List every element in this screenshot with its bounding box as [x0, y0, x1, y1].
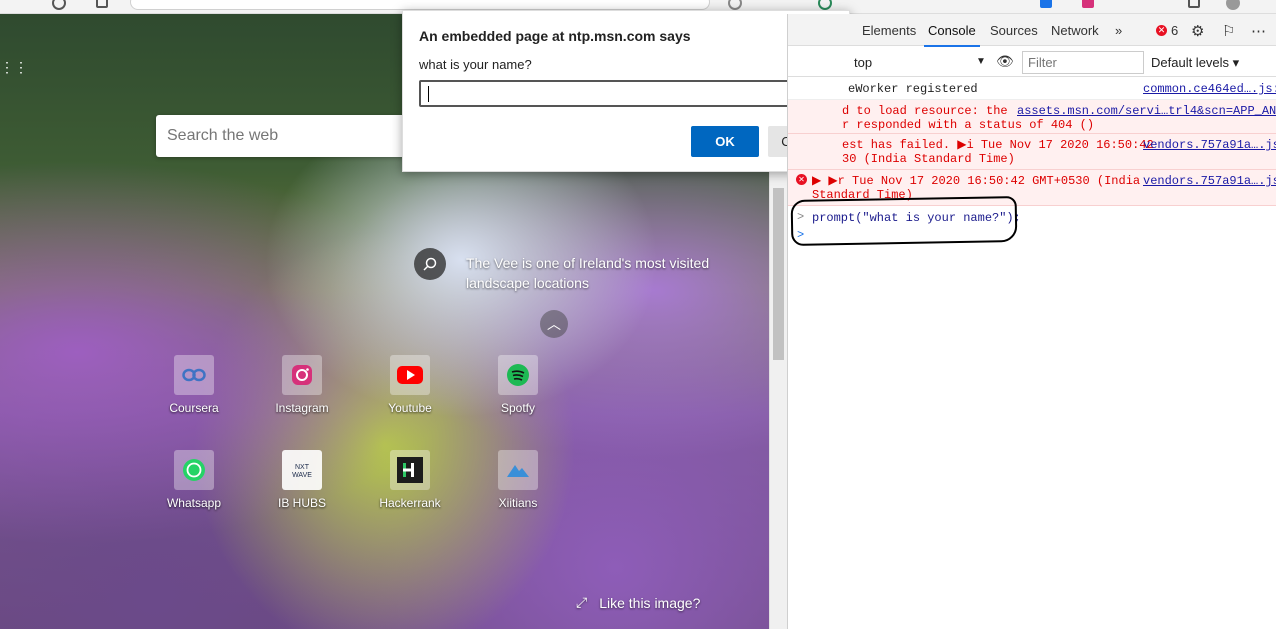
profile-avatar-icon[interactable] [1226, 0, 1240, 10]
more-options-icon[interactable]: ⋯ [1251, 22, 1266, 40]
quick-link-label: Instagram [275, 401, 329, 415]
quick-link-label: Coursera [169, 401, 219, 415]
tab-actions-icon[interactable] [96, 0, 108, 8]
scrollbar-thumb[interactable] [773, 188, 784, 360]
coursera-icon [174, 355, 214, 395]
quick-link-youtube[interactable]: Youtube [370, 355, 450, 445]
chevron-up-icon: ︿ [547, 316, 561, 332]
quick-link-label: IB HUBS [277, 496, 326, 510]
extension-icon[interactable] [728, 0, 742, 10]
tab-console[interactable]: Console [924, 23, 980, 47]
message-source-link[interactable]: assets.msn.com/servi…trl4&scn=APP_ANON:1 [1017, 104, 1276, 118]
settings-gear-icon[interactable]: ⚙ [1191, 22, 1204, 40]
extension-icon-2[interactable] [818, 0, 832, 10]
quick-link-hackerrank[interactable]: Hackerrank [370, 450, 450, 540]
quick-link-label: Xiitians [498, 496, 538, 510]
quick-link-ib-hubs[interactable]: NXT WAVE IB HUBS [262, 450, 342, 540]
error-icon: ✕ [1156, 25, 1167, 36]
ok-button[interactable]: OK [691, 126, 759, 157]
console-filter-input[interactable] [1022, 51, 1144, 74]
dialog-message: what is your name? [419, 57, 532, 72]
console-message: eWorker registered common.ce464ed….js:1 [788, 78, 1276, 100]
log-levels-dropdown[interactable]: Default levels ▾ [1151, 55, 1239, 71]
message-source-link[interactable]: common.ce464ed….js:1 [1143, 82, 1276, 96]
whatsapp-icon [174, 450, 214, 490]
quick-link-label: Whatsapp [166, 496, 222, 510]
expand-icon: ⤢ [576, 594, 588, 610]
context-selector[interactable]: top [854, 55, 872, 70]
quick-link-label: Youtube [388, 401, 432, 415]
like-image-text: Like this image? [599, 594, 701, 611]
dialog-title: An embedded page at ntp.msn.com says [419, 28, 691, 44]
like-image-prompt[interactable]: ⤢ Like this image? [576, 594, 700, 611]
svg-text:WAVE: WAVE [292, 472, 312, 479]
hand-drawn-highlight [790, 196, 1018, 246]
address-bar[interactable] [130, 0, 710, 10]
error-count: 6 [1171, 23, 1179, 38]
devtools-tab-bar: Elements Console Sources Network » ✕ 6 ⚙… [788, 14, 1276, 47]
tab-elements[interactable]: Elements [862, 23, 916, 38]
message-source-link[interactable]: vendors.757a91a….js:1 [1143, 174, 1276, 188]
quick-link-label: Hackerrank [379, 496, 441, 510]
message-source-link[interactable]: vendors.757a91a….js:1 [1143, 138, 1276, 152]
text-caret [428, 86, 429, 102]
console-error: d to load resource: the r responded with… [788, 100, 1276, 134]
console-toolbar: top ▼ 👁 Default levels ▾ [788, 47, 1276, 77]
tab-sources[interactable]: Sources [990, 23, 1038, 38]
nxtwave-icon: NXT WAVE [282, 450, 322, 490]
dialog-input[interactable] [419, 80, 835, 107]
feedback-icon[interactable]: ⚐ [1222, 22, 1235, 40]
quick-link-coursera[interactable]: Coursera [154, 355, 234, 445]
prompt-dialog: An embedded page at ntp.msn.com says wha… [402, 10, 850, 172]
spotify-icon [498, 355, 538, 395]
youtube-icon [390, 355, 430, 395]
dropdown-arrow-icon[interactable]: ▼ [976, 56, 986, 67]
quick-link-spotify[interactable]: Spotfy [478, 355, 558, 445]
console-error: est has failed. ▶i Tue Nov 17 2020 16:50… [788, 134, 1276, 170]
message-text: est has failed. ▶i Tue Nov 17 2020 16:50… [842, 138, 1154, 166]
collapse-button[interactable]: ︿ [540, 310, 568, 338]
instagram-icon [282, 355, 322, 395]
search-icon [423, 257, 437, 271]
devtools-panel: Elements Console Sources Network » ✕ 6 ⚙… [787, 14, 1276, 629]
tab-network[interactable]: Network [1051, 23, 1099, 38]
error-counter[interactable]: ✕ 6 [1156, 23, 1178, 38]
extension-icon-4[interactable] [1082, 0, 1094, 8]
quick-link-label: Spotfy [500, 401, 536, 415]
quick-link-xiitians[interactable]: Xiitians [478, 450, 558, 540]
svg-text:NXT: NXT [295, 464, 310, 471]
web-search-box[interactable] [156, 115, 416, 157]
app-launcher-icon[interactable]: ⋮⋮ [0, 60, 28, 74]
refresh-icon[interactable] [52, 0, 66, 10]
hackerrank-icon [390, 450, 430, 490]
quick-link-instagram[interactable]: Instagram [262, 355, 342, 445]
search-input[interactable] [156, 115, 396, 157]
image-info-button[interactable] [414, 248, 446, 280]
xiitians-icon [498, 450, 538, 490]
image-caption[interactable]: The Vee is one of Ireland's most visited… [466, 253, 726, 293]
collections-icon[interactable] [1188, 0, 1200, 8]
more-tabs-button[interactable]: » [1115, 23, 1122, 38]
message-text: eWorker registered [848, 82, 978, 96]
error-icon: ✕ [796, 174, 807, 185]
quick-link-whatsapp[interactable]: Whatsapp [154, 450, 234, 540]
eye-icon[interactable]: 👁 [996, 53, 1014, 70]
extension-icon-3[interactable] [1040, 0, 1052, 8]
